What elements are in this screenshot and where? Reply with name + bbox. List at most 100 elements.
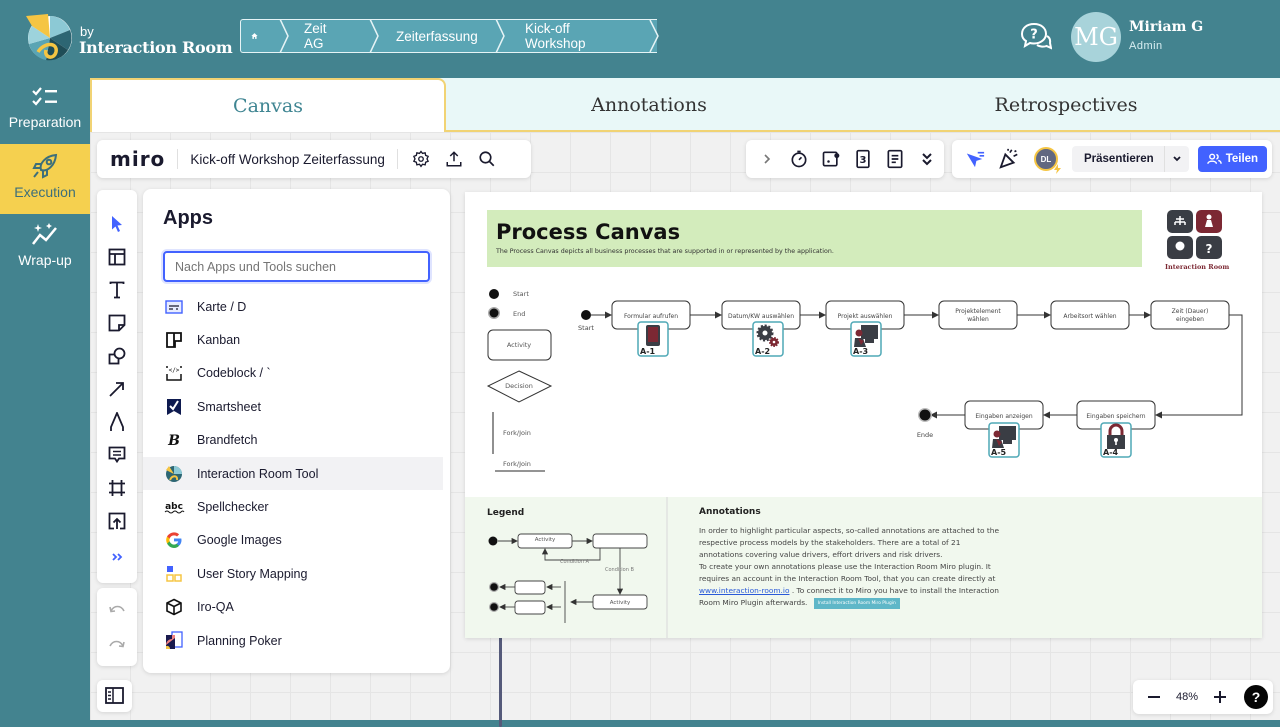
- collaborator-avatar[interactable]: DL: [1034, 147, 1061, 174]
- zoom-level[interactable]: 48%: [1176, 691, 1198, 703]
- app-item-kanban[interactable]: Kanban: [143, 323, 443, 356]
- app-item-smartsheet[interactable]: Smartsheet: [143, 390, 443, 423]
- document-icon: [887, 149, 903, 169]
- divider: [177, 149, 179, 169]
- end-label: Ende: [917, 431, 933, 439]
- interaction-room-link[interactable]: www.interaction-room.io: [699, 586, 789, 595]
- activity-node: [1150, 300, 1230, 330]
- svg-text:Decision: Decision: [505, 382, 533, 390]
- apps-panel-title: Apps: [163, 207, 213, 229]
- frame-tool[interactable]: [106, 477, 128, 499]
- app-item-planning-poker[interactable]: Planning Poker: [143, 624, 443, 657]
- help-button[interactable]: ?: [1244, 685, 1269, 709]
- cursor-follow-button[interactable]: [964, 148, 986, 170]
- annotation-id: A-1: [640, 347, 656, 356]
- tab-canvas[interactable]: Canvas: [90, 78, 446, 132]
- activity-label: Eingaben anzeigen: [975, 413, 1032, 420]
- present-button-group: Präsentieren: [1072, 146, 1189, 172]
- card-frame-button[interactable]: [820, 148, 842, 170]
- board-panel-button[interactable]: [97, 680, 132, 712]
- user-name: Miriam G: [1129, 19, 1204, 35]
- cursor-icon: [966, 151, 985, 168]
- collaboration-tools-bar: 3: [746, 140, 944, 178]
- app-item-iro-qa[interactable]: Iro-QA: [143, 591, 443, 624]
- app-item-label: Google Images: [197, 533, 282, 548]
- logo-by-text: by: [80, 24, 94, 39]
- app-item-spellchecker[interactable]: abc Spellchecker: [143, 490, 443, 523]
- app-item-label: Planning Poker: [197, 633, 282, 648]
- apps-search-input[interactable]: [163, 251, 430, 282]
- app-item-label: Kanban: [197, 332, 241, 347]
- interaction-room-logo[interactable]: [24, 12, 76, 64]
- app-item-karte-d[interactable]: Karte / D: [143, 290, 443, 323]
- process-canvas-frame[interactable]: Process Canvas The Process Canvas depict…: [465, 192, 1262, 638]
- user-avatar[interactable]: MG: [1071, 12, 1121, 62]
- zoom-out-button[interactable]: [1143, 686, 1165, 708]
- activity-label: Datum/KW auswählen: [728, 313, 794, 320]
- app-item-interaction-room-tool[interactable]: Interaction Room Tool: [143, 457, 443, 490]
- comment-tool[interactable]: [106, 444, 128, 466]
- sidebar-item-wrap-up[interactable]: Wrap-up: [0, 214, 90, 282]
- templates-tool[interactable]: [106, 246, 128, 268]
- svg-text:?: ?: [1030, 28, 1038, 43]
- lightning-icon: [1054, 164, 1061, 174]
- sidebar-item-preparation[interactable]: Preparation: [0, 78, 90, 146]
- annotation-id: A-3: [853, 347, 868, 356]
- settings-button[interactable]: [410, 148, 432, 170]
- board-title[interactable]: Kick-off Workshop Zeiterfassung: [190, 152, 385, 167]
- minus-icon: [1148, 696, 1160, 698]
- upload-tool[interactable]: [106, 510, 128, 532]
- app-item-user-story-mapping[interactable]: User Story Mapping: [143, 557, 443, 590]
- flow-arrow: [1155, 314, 1243, 419]
- timer-button[interactable]: [788, 148, 810, 170]
- tab-retrospectives[interactable]: Retrospectives: [852, 78, 1280, 132]
- app-item-codeblock[interactable]: </> Codeblock / `: [143, 357, 443, 390]
- annotation-id: A-2: [755, 347, 770, 356]
- zoom-in-button[interactable]: [1209, 686, 1231, 708]
- miro-logo[interactable]: miro: [110, 147, 165, 171]
- app-item-brandfetch[interactable]: B Brandfetch: [143, 424, 443, 457]
- activity-label: Eingaben speichern: [1086, 413, 1145, 420]
- undo-button[interactable]: [106, 599, 128, 621]
- app-item-google-images[interactable]: Google Images: [143, 524, 443, 557]
- tab-annotations[interactable]: Annotations: [446, 78, 852, 132]
- double-chevron-down-icon: [922, 153, 932, 166]
- voting-button[interactable]: 3: [852, 148, 874, 170]
- svg-text:B: B: [167, 433, 180, 448]
- more-apps-tool[interactable]: [106, 546, 128, 568]
- annotations-info-title: Annotations: [699, 507, 761, 517]
- divider: [396, 149, 398, 169]
- app-item-label: Karte / D: [197, 299, 247, 314]
- pen-tool[interactable]: [106, 411, 128, 433]
- users-icon: [1206, 153, 1222, 164]
- notes-button[interactable]: [884, 148, 906, 170]
- present-button[interactable]: Präsentieren: [1072, 146, 1165, 172]
- sidebar-item-execution[interactable]: Execution: [0, 144, 90, 214]
- double-chevron-right-icon: [112, 553, 123, 561]
- svg-text:abc: abc: [165, 502, 183, 512]
- redo-button[interactable]: [106, 634, 128, 656]
- select-tool[interactable]: [106, 213, 128, 235]
- search-button[interactable]: [476, 148, 498, 170]
- svg-text:Interaction Room: Interaction Room: [1165, 263, 1229, 271]
- app-item-label: Spellchecker: [197, 499, 269, 514]
- miro-board[interactable]: miro Kick-off Workshop Zeiterfassung 3 D…: [90, 132, 1280, 727]
- more-tools-button[interactable]: [916, 148, 938, 170]
- present-dropdown[interactable]: [1165, 155, 1189, 163]
- shape-legend: Start End Activity Decision Fork/Join Fo…: [486, 289, 553, 472]
- app-item-label: Interaction Room Tool: [197, 466, 319, 481]
- svg-text:Activity: Activity: [535, 537, 556, 543]
- help-chat-icon[interactable]: ?: [1020, 22, 1052, 52]
- logo-brand-name: Interaction Room: [79, 38, 233, 57]
- smartsheet-icon: [163, 396, 185, 418]
- connection-line-tool[interactable]: [106, 378, 128, 400]
- shapes-tool[interactable]: [106, 345, 128, 367]
- text-tool[interactable]: [106, 279, 128, 301]
- plus-icon: [1214, 691, 1227, 703]
- sticky-note-tool[interactable]: [106, 312, 128, 334]
- share-button[interactable]: Teilen: [1197, 146, 1268, 172]
- celebrate-button[interactable]: [998, 148, 1020, 170]
- expand-tools-button[interactable]: [756, 148, 778, 170]
- install-plugin-button[interactable]: Install Interaction Room Miro Plugin: [813, 597, 900, 609]
- export-button[interactable]: [443, 148, 465, 170]
